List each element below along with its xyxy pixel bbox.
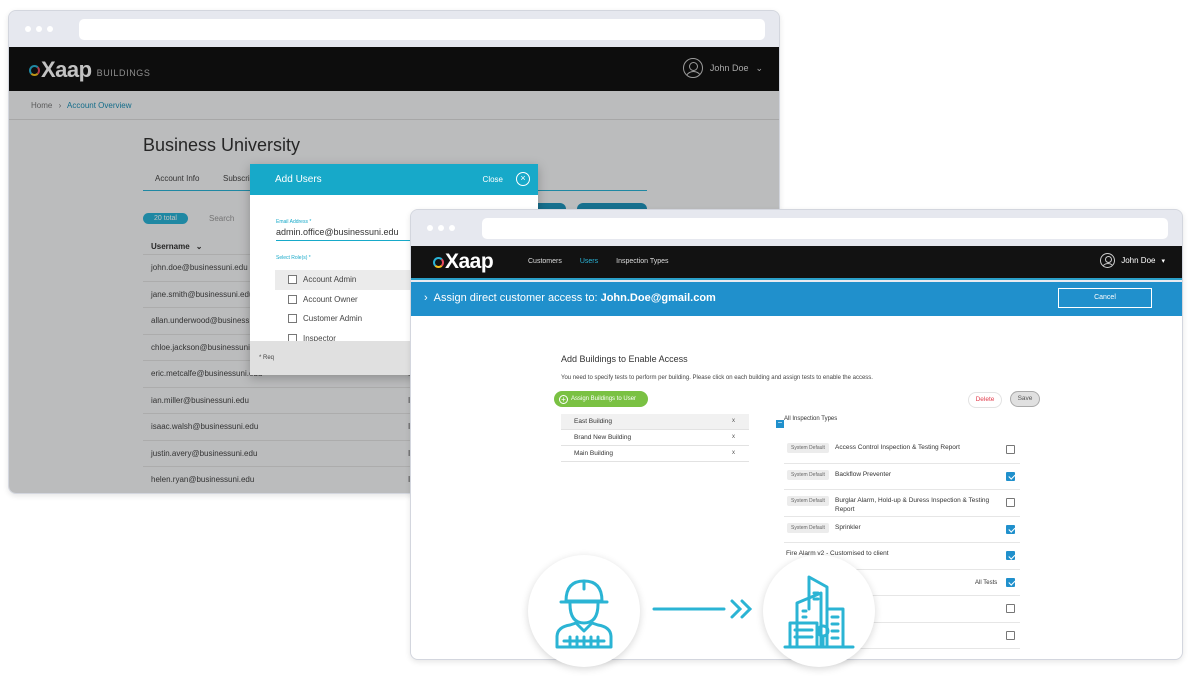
chevron-right-icon: ›: [424, 292, 428, 304]
browser-chrome: [9, 11, 779, 47]
inspection-type-row[interactable]: System Default Access Control Inspection …: [784, 437, 1020, 464]
main-menu: Customers Users Inspection Types: [528, 258, 669, 265]
building-circle: [763, 555, 875, 667]
building-name: Main Building: [574, 450, 614, 457]
building-row[interactable]: Main Building x: [561, 446, 749, 462]
checkbox[interactable]: [288, 294, 297, 304]
remove-building-icon[interactable]: x: [732, 434, 735, 440]
inspection-type-row[interactable]: System Default Sprinkler: [784, 517, 1020, 543]
menu-inspection-types[interactable]: Inspection Types: [616, 258, 668, 265]
inspection-type-row[interactable]: System Default Backflow Preventer: [784, 464, 1020, 490]
inspection-type-row[interactable]: System Default Burglar Alarm, Hold-up & D…: [784, 490, 1020, 517]
remove-building-icon[interactable]: x: [732, 450, 735, 456]
address-bar[interactable]: [79, 19, 765, 40]
system-default-badge: System Default: [787, 496, 829, 506]
inspection-type-name: Burglar Alarm, Hold-up & Duress Inspecti…: [835, 497, 990, 513]
checkbox[interactable]: [1006, 524, 1015, 534]
address-bar[interactable]: [482, 218, 1168, 239]
checkbox[interactable]: [1006, 630, 1015, 640]
window-dots: [25, 26, 53, 32]
building-row[interactable]: East Building x: [561, 414, 749, 430]
checkbox[interactable]: [288, 314, 297, 324]
roles-label: Select Role(s) *: [276, 255, 311, 261]
banner-title: › Assign direct customer access to: John.…: [424, 292, 716, 304]
role-option[interactable]: Account Admin: [275, 270, 425, 290]
checkbox[interactable]: [288, 275, 297, 285]
inspection-type-name: Backflow Preventer: [835, 470, 891, 478]
modal-header: Add Users Close ×: [250, 164, 538, 195]
all-inspection-types-label[interactable]: All Inspection Types: [784, 416, 837, 422]
user-avatar-icon: [1100, 253, 1116, 268]
building-name: Brand New Building: [574, 434, 632, 441]
worker-icon: [555, 579, 613, 649]
user-name: John Doe: [1121, 256, 1156, 265]
save-button[interactable]: Save: [1010, 391, 1040, 407]
window-dots: [427, 225, 455, 231]
section-description: You need to specify tests to perform per…: [561, 375, 873, 381]
inspection-type-name: Sprinkler: [835, 523, 861, 531]
cancel-button[interactable]: Cancel: [1058, 288, 1152, 308]
email-label: Email Address *: [276, 219, 312, 225]
plus-icon: +: [559, 394, 568, 404]
chevron-down-icon: ▾: [1161, 257, 1165, 265]
role-label: Customer Admin: [303, 314, 363, 324]
checkbox[interactable]: [1006, 551, 1015, 560]
delete-button[interactable]: Delete: [968, 392, 1002, 408]
building-icon: [783, 575, 855, 649]
top-nav: Xaap Customers Users Inspection Types Jo…: [411, 246, 1182, 280]
role-option[interactable]: Customer Admin: [275, 309, 425, 329]
checkbox[interactable]: [1006, 471, 1015, 481]
all-tests-label: All Tests: [975, 579, 998, 586]
required-note: * Req: [259, 355, 275, 361]
building-row[interactable]: Brand New Building x: [561, 430, 749, 446]
close-icon[interactable]: ×: [516, 172, 530, 186]
user-menu[interactable]: John Doe ▾: [1100, 253, 1165, 268]
collapse-icon[interactable]: −: [776, 419, 784, 428]
page-banner: › Assign direct customer access to: John.…: [411, 282, 1182, 316]
close-button[interactable]: Close: [483, 175, 503, 184]
building-name: East Building: [574, 418, 612, 425]
role-label: Account Owner: [303, 294, 358, 304]
role-label: Account Admin: [303, 275, 357, 285]
browser-chrome: [411, 210, 1182, 246]
checkbox[interactable]: [1006, 498, 1015, 507]
worker-circle: [528, 555, 640, 667]
modal-title: Add Users: [275, 174, 322, 185]
checkbox[interactable]: [1006, 445, 1015, 454]
xaap-logo[interactable]: Xaap: [433, 250, 494, 274]
system-default-badge: System Default: [787, 469, 829, 480]
menu-users[interactable]: Users: [580, 258, 598, 265]
checkbox[interactable]: [1006, 577, 1015, 587]
section-title: Add Buildings to Enable Access: [561, 354, 688, 364]
inspection-type-name: Access Control Inspection & Testing Repo…: [835, 444, 960, 451]
system-default-badge: System Default: [787, 522, 829, 533]
system-default-badge: System Default: [787, 443, 829, 453]
role-option[interactable]: Account Owner: [275, 290, 425, 310]
checkbox[interactable]: [1006, 604, 1015, 613]
arrow-right-icon: [652, 599, 753, 619]
assign-buildings-button[interactable]: + Assign Buildings to User: [554, 391, 648, 407]
remove-building-icon[interactable]: x: [732, 418, 735, 424]
menu-customers[interactable]: Customers: [528, 258, 562, 265]
